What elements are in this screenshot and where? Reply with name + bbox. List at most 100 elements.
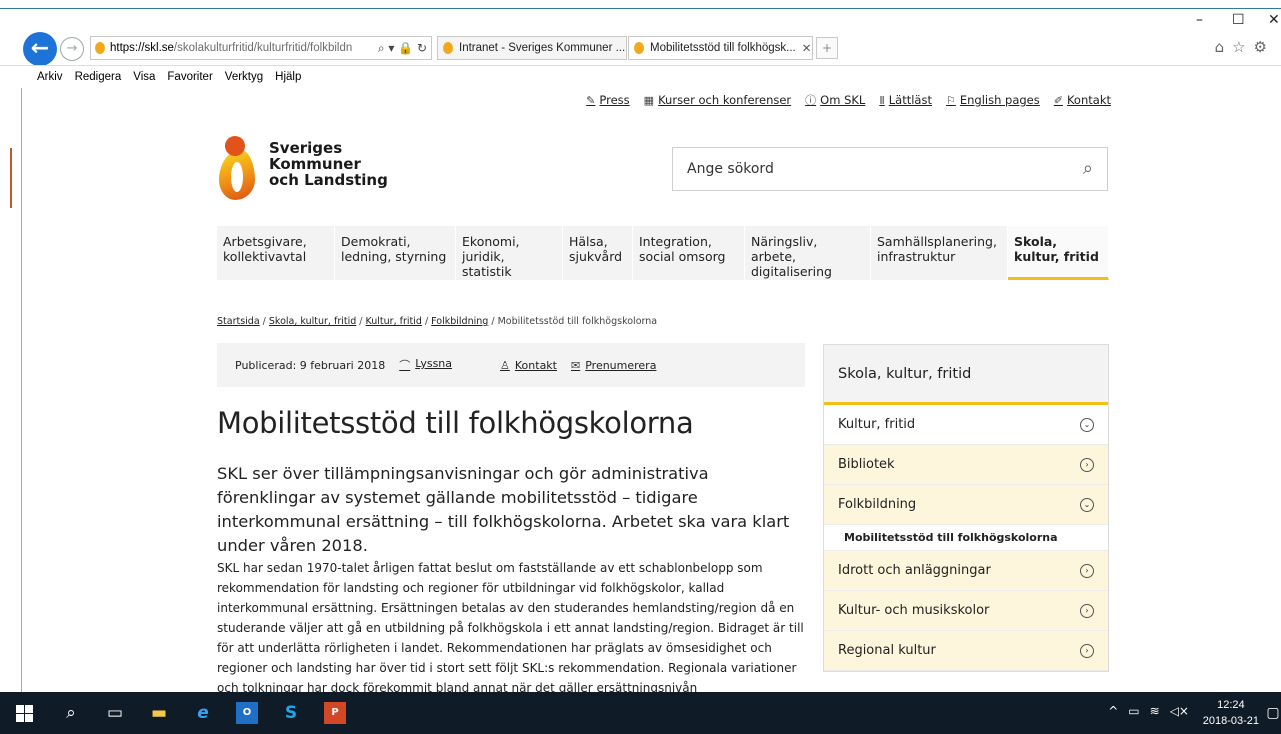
maximize-icon[interactable]: ☐ xyxy=(1232,12,1245,28)
util-link-kontakt[interactable]: ✐ Kontakt xyxy=(1054,92,1111,108)
article-lead: SKL ser över tillämpningsanvisningar och… xyxy=(217,464,790,555)
easy-read-icon: Ⅱ xyxy=(879,93,885,107)
browser-toolbar-right: ⌂ ☆ ⚙ xyxy=(1215,38,1267,56)
nav-item-ekonomi[interactable]: Ekonomi, juridik, statistik xyxy=(456,226,563,280)
back-arrow-icon[interactable]: ← xyxy=(23,32,57,66)
notifications-icon[interactable]: ▢ xyxy=(1262,702,1281,724)
home-icon[interactable]: ⌂ xyxy=(1215,38,1225,56)
breadcrumb-link[interactable]: Startsida xyxy=(217,316,260,327)
util-link-label: Om SKL xyxy=(820,93,866,107)
tab-intranet[interactable]: Intranet - Sveriges Kommuner ... xyxy=(437,36,627,60)
side-item-bibliotek[interactable]: Bibliotek › xyxy=(824,445,1108,485)
battery-icon[interactable]: ▭ xyxy=(1128,704,1139,718)
nav-item-demokrati[interactable]: Demokrati, ledning, styrning xyxy=(335,226,456,280)
menu-redigera[interactable]: Redigera xyxy=(75,71,122,83)
page-title: Mobilitetsstöd till folkhögskolorna xyxy=(217,406,694,440)
internet-explorer-icon[interactable]: e xyxy=(192,702,214,724)
listen-link[interactable]: ⌒ Lyssna xyxy=(399,357,452,373)
chevron-right-icon[interactable]: › xyxy=(1080,457,1094,472)
background-window-marker xyxy=(10,148,12,208)
util-link-english[interactable]: ⚐ English pages xyxy=(946,92,1040,108)
favorites-star-icon[interactable]: ☆ xyxy=(1232,38,1245,56)
contact-label: Kontakt xyxy=(514,358,557,372)
chevron-right-icon[interactable]: › xyxy=(1080,603,1094,618)
utility-links: ✎ Press ▦ Kurser och konferenser ⓘ Om SKL Ⅱ… xyxy=(586,92,1111,108)
menu-verktyg[interactable]: Verktyg xyxy=(225,71,263,83)
chevron-right-icon[interactable]: › xyxy=(1080,563,1094,578)
task-view-icon[interactable]: ▭ xyxy=(104,702,126,724)
nav-item-skola[interactable]: Skola, kultur, fritid xyxy=(1008,226,1109,280)
chevron-down-icon[interactable]: ⌄ xyxy=(1080,497,1094,512)
new-tab-button[interactable]: + xyxy=(816,37,838,59)
address-bar[interactable]: https://skl.se /skolakulturfritid/kultur… xyxy=(90,36,432,60)
windows-start-icon[interactable] xyxy=(14,702,36,724)
tab-mobilitetsstod[interactable]: Mobilitetsstöd till folkhögsk... ✕ xyxy=(628,36,813,60)
side-item-idrott[interactable]: Idrott och anläggningar › xyxy=(824,551,1108,591)
search-input[interactable]: Ange sökord ⌕ xyxy=(672,147,1108,191)
tab-favicon-icon xyxy=(634,42,644,54)
search-icon[interactable]: ⌕ xyxy=(60,702,82,724)
windows-taskbar: ⌕ ▭ ▬ e O S P ^ ▭ ≋ ◁× 12:24 2018-03-21 … xyxy=(0,692,1281,734)
nav-item-halsa[interactable]: Hälsa, sjukvård xyxy=(563,226,633,280)
menu-favoriter[interactable]: Favoriter xyxy=(167,71,212,83)
minimize-icon[interactable]: – xyxy=(1196,12,1203,28)
settings-gear-icon[interactable]: ⚙ xyxy=(1254,38,1267,56)
close-window-icon[interactable]: ✕ xyxy=(1268,12,1280,28)
breadcrumb-link[interactable]: Folkbildning xyxy=(431,316,488,327)
nav-item-integration[interactable]: Integration, social omsorg xyxy=(633,226,745,280)
side-menu-heading[interactable]: Skola, kultur, fritid xyxy=(824,345,1108,405)
volume-muted-icon[interactable]: ◁× xyxy=(1170,704,1189,718)
show-hidden-icons-icon[interactable]: ^ xyxy=(1108,704,1118,718)
side-item-folkbildning[interactable]: Folkbildning ⌄ xyxy=(824,485,1108,525)
util-link-kurser[interactable]: ▦ Kurser och konferenser xyxy=(644,92,791,108)
util-link-press[interactable]: ✎ Press xyxy=(586,92,630,108)
wifi-icon[interactable]: ≋ xyxy=(1150,704,1160,718)
tab-label: Intranet - Sveriges Kommuner ... xyxy=(459,42,626,54)
chevron-right-icon[interactable]: › xyxy=(1080,643,1094,658)
taskbar-clock[interactable]: 12:24 2018-03-21 xyxy=(1203,697,1259,729)
side-item-regional-kultur[interactable]: Regional kultur › xyxy=(824,631,1108,671)
powerpoint-icon[interactable]: P xyxy=(324,702,346,724)
util-link-label: Kontakt xyxy=(1066,93,1111,107)
util-link-lattlast[interactable]: Ⅱ Lättläst xyxy=(879,92,932,108)
breadcrumb-link[interactable]: Kultur, fritid xyxy=(366,316,422,327)
url-path: /skolakulturfritid/kulturfritid/folkbild… xyxy=(173,42,353,54)
side-item-kultur-fritid[interactable]: Kultur, fritid ⌄ xyxy=(824,405,1108,445)
menu-arkiv[interactable]: Arkiv xyxy=(37,71,63,83)
outlook-icon[interactable]: O xyxy=(236,702,258,724)
subscribe-link[interactable]: ✉ Prenumerera xyxy=(571,359,656,372)
file-explorer-icon[interactable]: ▬ xyxy=(148,702,170,724)
close-tab-icon[interactable]: ✕ xyxy=(802,41,812,55)
skl-logo[interactable]: Sveriges Kommuner och Landsting xyxy=(217,136,388,200)
flag-icon: ⚐ xyxy=(945,93,956,107)
menu-hjalp[interactable]: Hjälp xyxy=(275,71,301,83)
menu-bar: Arkiv Redigera Visa Favoriter Verktyg Hj… xyxy=(0,65,1281,87)
subscribe-label: Prenumerera xyxy=(585,358,657,372)
headphones-icon: ⌒ xyxy=(399,359,411,372)
address-controls[interactable]: ⌕ ▾ 🔒 ↻ xyxy=(373,40,427,56)
chevron-down-icon[interactable]: ⌄ xyxy=(1080,417,1094,432)
forward-arrow-icon[interactable]: → xyxy=(60,37,84,61)
util-link-label: Press xyxy=(599,93,630,107)
section-side-menu: Skola, kultur, fritid Kultur, fritid ⌄ B… xyxy=(823,344,1109,672)
nav-item-samhallsplanering[interactable]: Samhällsplanering, infrastruktur xyxy=(871,226,1008,280)
breadcrumb-current: Mobilitetsstöd till folkhögskolorna xyxy=(497,316,658,327)
menu-visa[interactable]: Visa xyxy=(133,71,155,83)
nav-item-naringsliv[interactable]: Näringsliv, arbete, digitalisering xyxy=(745,226,871,280)
util-link-label: English pages xyxy=(959,93,1040,107)
nav-item-arbetsgivare[interactable]: Arbetsgivare, kollektivavtal xyxy=(217,226,335,280)
util-link-om-skl[interactable]: ⓘ Om SKL xyxy=(805,92,865,108)
skype-icon[interactable]: S xyxy=(280,702,302,724)
breadcrumb-link[interactable]: Skola, kultur, fritid xyxy=(269,316,356,327)
breadcrumb: Startsida / Skola, kultur, fritid / Kult… xyxy=(217,316,658,327)
browser-chrome: – ☐ ✕ ← → https://skl.se /skolakulturfri… xyxy=(0,0,1281,88)
search-icon[interactable]: ⌕ xyxy=(1083,158,1093,179)
side-item-current-page[interactable]: Mobilitetsstöd till folkhögskolorna xyxy=(824,525,1108,551)
util-link-label: Kurser och konferenser xyxy=(658,93,792,107)
side-item-kulturskolor[interactable]: Kultur- och musikskolor › xyxy=(824,591,1108,631)
side-item-label: Idrott och anläggningar xyxy=(838,563,991,578)
logo-line: Kommuner xyxy=(269,155,361,173)
article-body: SKL har sedan 1970-talet årligen fattat … xyxy=(217,561,804,692)
contact-link[interactable]: ♙ Kontakt xyxy=(500,359,557,372)
side-item-label: Kultur, fritid xyxy=(838,417,916,432)
